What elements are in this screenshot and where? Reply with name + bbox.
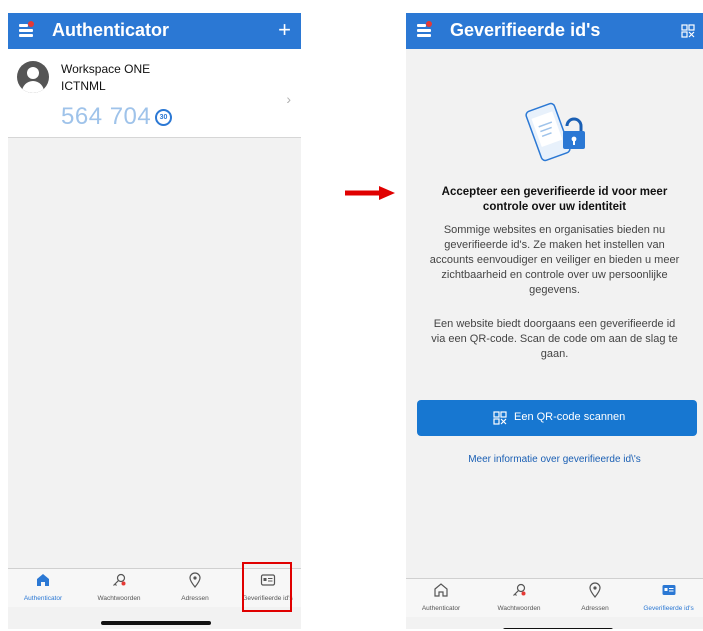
tab-authenticator[interactable]: Authenticator <box>406 579 476 617</box>
otp-code: 564 704 <box>61 103 152 130</box>
chevron-right-icon: › <box>286 91 291 107</box>
countdown-timer-icon: 30 <box>155 109 172 126</box>
tab-label: Adressen <box>181 595 209 602</box>
tab-adressen[interactable]: Adressen <box>560 579 630 617</box>
account-username: ICTNML <box>61 79 106 93</box>
app-header: Authenticator + <box>8 13 301 49</box>
verify-instructions: Een website biedt doorgaans een geverifi… <box>431 318 678 360</box>
tab-wachtwoorden[interactable]: Wachtwoorden <box>484 579 554 617</box>
verified-ids-screen: Geverifieerde id's Accepteer een geverif… <box>406 13 703 629</box>
location-pin-icon <box>189 572 201 588</box>
menu-icon[interactable] <box>19 21 34 38</box>
tab-geverifieerde-ids[interactable]: Geverifieerde id's <box>634 579 703 617</box>
add-account-button[interactable]: + <box>278 17 291 43</box>
location-pin-icon <box>589 582 601 598</box>
bottom-tab-bar: Authenticator Wachtwoorden Adressen Geve… <box>406 578 703 617</box>
tab-label: Wachtwoorden <box>97 595 141 602</box>
id-card-icon <box>662 585 675 595</box>
scan-qr-button[interactable]: Een QR-code scannen <box>417 400 697 436</box>
key-icon <box>113 573 126 586</box>
tab-label: Authenticator <box>421 605 461 612</box>
page-title: Authenticator <box>52 20 169 40</box>
avatar <box>17 61 49 93</box>
menu-icon[interactable] <box>417 21 432 38</box>
home-indicator <box>101 621 211 625</box>
home-icon <box>434 583 448 597</box>
verify-description: Sommige websites en organisaties bieden … <box>429 224 680 296</box>
tab-label: Geverifieerde id's <box>643 605 694 612</box>
tab-authenticator[interactable]: Authenticator <box>8 569 78 607</box>
home-indicator <box>503 628 613 629</box>
tab-label: Adressen <box>581 605 609 612</box>
home-icon <box>37 574 49 586</box>
key-icon <box>513 583 526 596</box>
qr-code-icon <box>493 411 507 425</box>
qr-scan-icon[interactable] <box>681 24 695 38</box>
authenticator-screen: Authenticator + Workspace ONE ICTNML 564… <box>8 13 301 629</box>
highlight-box <box>242 562 292 612</box>
more-info-link[interactable]: Meer informatie over geverifieerde id\'s <box>426 454 683 465</box>
page-title: Geverifieerde id's <box>450 20 601 40</box>
tab-adressen[interactable]: Adressen <box>160 569 230 607</box>
tab-label: Authenticator <box>23 595 63 602</box>
app-header: Geverifieerde id's <box>406 13 703 49</box>
tab-wachtwoorden[interactable]: Wachtwoorden <box>84 569 154 607</box>
arrow-right-icon <box>345 186 395 200</box>
phone-lock-illustration <box>525 102 585 162</box>
scan-qr-label: Een QR-code scannen <box>514 411 626 423</box>
account-list-item[interactable]: Workspace ONE ICTNML 564 704 30 › <box>8 49 301 138</box>
account-name: Workspace ONE <box>61 62 151 76</box>
verify-heading: Accepteer een geverifieerde id voor meer… <box>441 186 668 213</box>
tab-label: Wachtwoorden <box>497 605 541 612</box>
